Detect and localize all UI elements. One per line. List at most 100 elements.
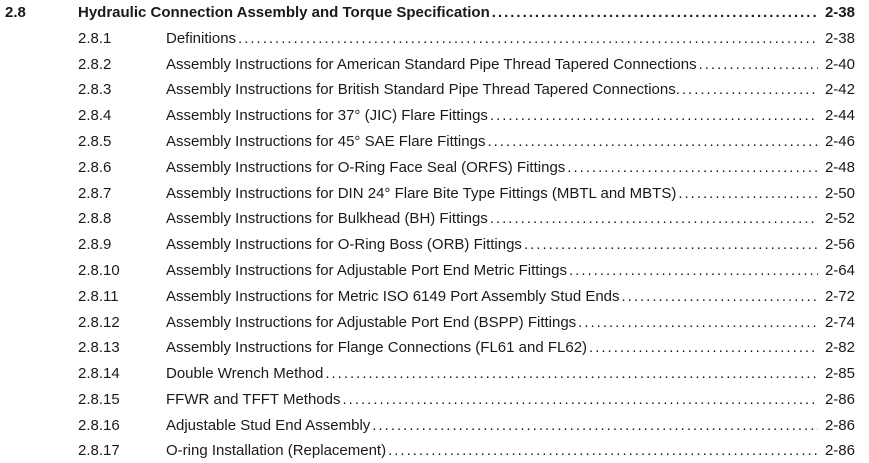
- toc-entry[interactable]: 2.8.8 Assembly Instructions for Bulkhead…: [0, 207, 869, 231]
- dot-leader: ........................................…: [489, 210, 818, 227]
- dot-leader: ........................................…: [388, 442, 818, 459]
- toc-entry[interactable]: 2.8.16 Adjustable Stud End Assembly ....…: [0, 414, 869, 438]
- entry-title: Definitions: [166, 30, 237, 47]
- entry-page-number: 2-40: [824, 56, 855, 73]
- toc-entry[interactable]: 2.8.2 Assembly Instructions for American…: [0, 53, 869, 77]
- entry-title: Assembly Instructions for British Standa…: [166, 81, 680, 98]
- dot-leader: ........................................…: [489, 107, 818, 124]
- dot-leader: ........................................…: [523, 236, 818, 253]
- section-page-number: 2-38: [824, 4, 855, 21]
- dot-leader: ........................................…: [342, 391, 819, 408]
- dot-leader: ........................................…: [372, 417, 818, 434]
- entry-number: 2.8.6: [78, 159, 112, 176]
- toc-entry[interactable]: 2.8.7 Assembly Instructions for DIN 24° …: [0, 182, 869, 206]
- toc-entry[interactable]: 2.8.17 O-ring Installation (Replacement)…: [0, 439, 869, 463]
- dot-leader: ........................................…: [487, 133, 818, 150]
- entry-title: Assembly Instructions for DIN 24° Flare …: [166, 185, 677, 202]
- entry-text: Assembly Instructions for O-Ring Boss (O…: [166, 233, 818, 257]
- entry-page-number: 2-72: [824, 288, 855, 305]
- entry-page-number: 2-56: [824, 236, 855, 253]
- entry-title: Assembly Instructions for 45° SAE Flare …: [166, 133, 486, 150]
- entry-number: 2.8.13: [78, 339, 120, 356]
- dot-leader: ........................................…: [698, 56, 818, 73]
- entry-number: 2.8.10: [78, 262, 120, 279]
- entry-title: O-ring Installation (Replacement): [166, 442, 387, 459]
- entry-text: Assembly Instructions for Adjustable Por…: [166, 259, 818, 283]
- dot-leader: ........................................…: [491, 4, 818, 21]
- entry-text: Assembly Instructions for Adjustable Por…: [166, 311, 818, 335]
- toc-entry[interactable]: 2.8.3 Assembly Instructions for British …: [0, 78, 869, 102]
- entry-text: Assembly Instructions for British Standa…: [166, 78, 818, 102]
- entry-page-number: 2-52: [824, 210, 855, 227]
- toc-entry[interactable]: 2.8.5 Assembly Instructions for 45° SAE …: [0, 130, 869, 154]
- entry-title: Assembly Instructions for Adjustable Por…: [166, 314, 577, 331]
- dot-leader: ........................................…: [621, 288, 818, 305]
- toc-entry[interactable]: 2.8.6 Assembly Instructions for O-Ring F…: [0, 156, 869, 180]
- entry-text: FFWR and TFFT Methods ..................…: [166, 388, 818, 412]
- section-title: Hydraulic Connection Assembly and Torque…: [78, 4, 490, 21]
- entry-number: 2.8.1: [78, 30, 112, 47]
- entry-title: Assembly Instructions for O-Ring Face Se…: [166, 159, 566, 176]
- entry-page-number: 2-44: [824, 107, 855, 124]
- entry-text: O-ring Installation (Replacement) ......…: [166, 439, 818, 463]
- dot-leader: ........................................…: [578, 314, 818, 331]
- entry-number: 2.8.9: [78, 236, 112, 253]
- entry-number: 2.8.2: [78, 56, 112, 73]
- toc-entry[interactable]: 2.8.1 Definitions ......................…: [0, 27, 869, 51]
- toc-entry[interactable]: 2.8.13 Assembly Instructions for Flange …: [0, 336, 869, 360]
- entry-page-number: 2-38: [824, 30, 855, 47]
- dot-leader: ........................................…: [325, 365, 818, 382]
- toc-entry[interactable]: 2.8.10 Assembly Instructions for Adjusta…: [0, 259, 869, 283]
- entry-page-number: 2-82: [824, 339, 855, 356]
- entry-title: Assembly Instructions for American Stand…: [166, 56, 697, 73]
- entry-number: 2.8.5: [78, 133, 112, 150]
- toc-entry[interactable]: 2.8.15 FFWR and TFFT Methods ...........…: [0, 388, 869, 412]
- entry-text: Assembly Instructions for Bulkhead (BH) …: [166, 207, 818, 231]
- table-of-contents: 2.8 Hydraulic Connection Assembly and To…: [0, 0, 869, 462]
- entry-text: Double Wrench Method ...................…: [166, 362, 818, 386]
- entry-title: Assembly Instructions for 37° (JIC) Flar…: [166, 107, 488, 124]
- entry-page-number: 2-50: [824, 185, 855, 202]
- entry-number: 2.8.14: [78, 365, 120, 382]
- entry-title: Assembly Instructions for Adjustable Por…: [166, 262, 567, 279]
- entry-page-number: 2-85: [824, 365, 855, 382]
- entry-number: 2.8.12: [78, 314, 120, 331]
- dot-leader: ........................................…: [589, 339, 818, 356]
- entry-text: Assembly Instructions for American Stand…: [166, 53, 818, 77]
- dot-leader: ........................................…: [569, 262, 818, 279]
- entry-title: Assembly Instructions for Metric ISO 614…: [166, 288, 620, 305]
- entry-text: Assembly Instructions for 45° SAE Flare …: [166, 130, 818, 154]
- toc-entry[interactable]: 2.8.11 Assembly Instructions for Metric …: [0, 285, 869, 309]
- entry-text: Assembly Instructions for Metric ISO 614…: [166, 285, 818, 309]
- entry-page-number: 2-48: [824, 159, 855, 176]
- entry-title: Assembly Instructions for Bulkhead (BH) …: [166, 210, 488, 227]
- toc-main-entry[interactable]: 2.8 Hydraulic Connection Assembly and To…: [0, 1, 869, 25]
- toc-entry[interactable]: 2.8.14 Double Wrench Method ............…: [0, 362, 869, 386]
- toc-entry[interactable]: 2.8.4 Assembly Instructions for 37° (JIC…: [0, 104, 869, 128]
- dot-leader: ........................................…: [238, 30, 818, 47]
- entry-page-number: 2-42: [824, 81, 855, 98]
- entry-text: Definitions ............................…: [166, 27, 818, 51]
- entry-number: 2.8.8: [78, 210, 112, 227]
- section-entry: Hydraulic Connection Assembly and Torque…: [78, 1, 818, 25]
- entry-text: Assembly Instructions for O-Ring Face Se…: [166, 156, 818, 180]
- entry-number: 2.8.3: [78, 81, 112, 98]
- toc-entry[interactable]: 2.8.12 Assembly Instructions for Adjusta…: [0, 311, 869, 335]
- entry-text: Adjustable Stud End Assembly ...........…: [166, 414, 818, 438]
- entry-page-number: 2-64: [824, 262, 855, 279]
- entry-title: Adjustable Stud End Assembly: [166, 417, 371, 434]
- dot-leader: ........................................…: [567, 159, 818, 176]
- toc-entry[interactable]: 2.8.9 Assembly Instructions for O-Ring B…: [0, 233, 869, 257]
- entry-page-number: 2-86: [824, 391, 855, 408]
- entry-title: Double Wrench Method: [166, 365, 324, 382]
- entry-text: Assembly Instructions for 37° (JIC) Flar…: [166, 104, 818, 128]
- entry-page-number: 2-46: [824, 133, 855, 150]
- entry-number: 2.8.4: [78, 107, 112, 124]
- section-number: 2.8: [5, 4, 26, 21]
- entry-number: 2.8.16: [78, 417, 120, 434]
- entry-number: 2.8.15: [78, 391, 120, 408]
- entry-page-number: 2-74: [824, 314, 855, 331]
- entry-text: Assembly Instructions for DIN 24° Flare …: [166, 182, 818, 206]
- entry-page-number: 2-86: [824, 417, 855, 434]
- entry-text: Assembly Instructions for Flange Connect…: [166, 336, 818, 360]
